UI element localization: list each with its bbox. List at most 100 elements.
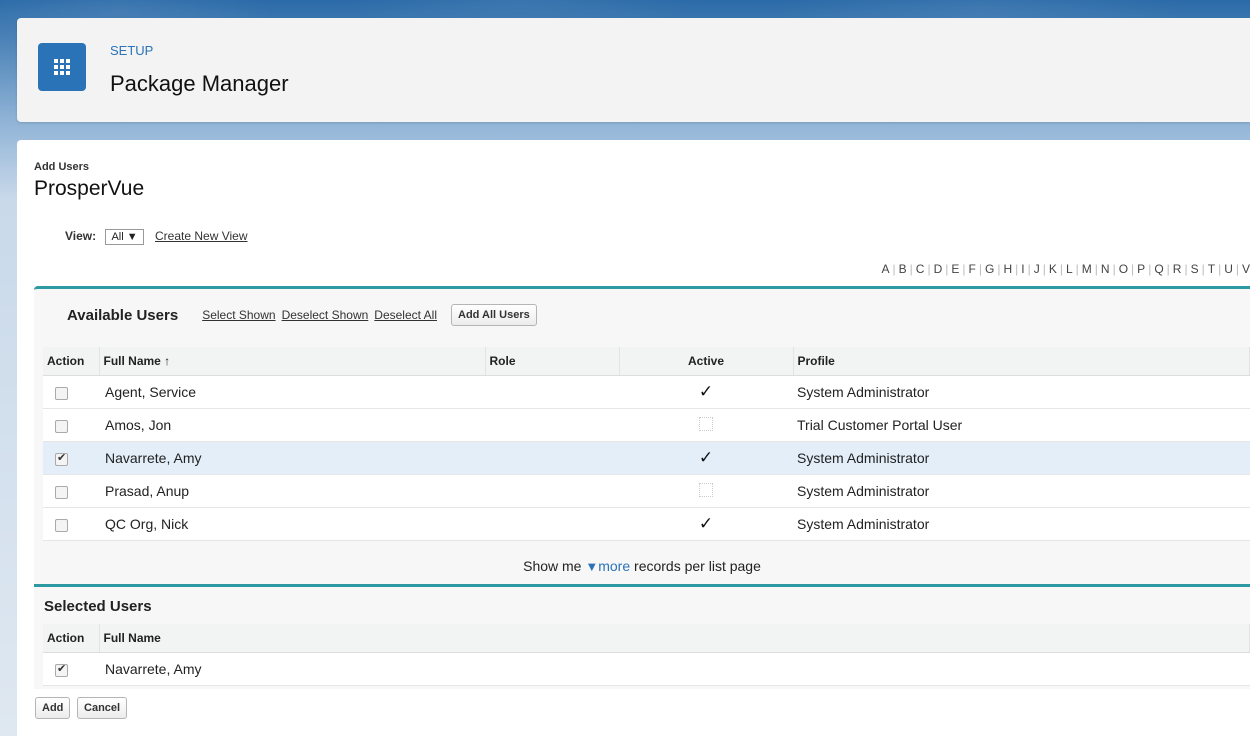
alphabet-letter[interactable]: C [916, 262, 925, 276]
alphabet-letter[interactable]: I [1021, 262, 1024, 276]
alphabet-separator: | [1075, 262, 1079, 276]
alphabet-letter[interactable]: E [951, 262, 959, 276]
alphabet-letter[interactable]: Q [1154, 262, 1163, 276]
page-title: Package Manager [110, 71, 289, 96]
column-header: Action [43, 347, 100, 376]
alphabet-separator: | [1166, 262, 1170, 276]
alphabet-separator: | [1112, 262, 1116, 276]
main-content: Add Users ProsperVue View: All ▼ Create … [17, 140, 1250, 736]
table-header-row: Action Full Name [43, 624, 1250, 653]
role-cell [485, 441, 619, 475]
alphabet-letter[interactable]: R [1173, 262, 1182, 276]
unchecked-box-icon [699, 482, 713, 497]
action-cell [43, 474, 99, 508]
active-cell [619, 408, 793, 442]
alphabet-separator: | [927, 262, 931, 276]
column-header: Active [619, 347, 794, 376]
add-button[interactable]: Add [35, 697, 71, 719]
alphabet-separator: | [1201, 262, 1205, 276]
alphabet-letter[interactable]: B [899, 262, 907, 276]
column-header: Profile [793, 347, 1250, 376]
active-cell [619, 474, 793, 508]
alphabet-separator: | [962, 262, 966, 276]
full-name-cell: Amos, Jon [99, 408, 485, 442]
deselect-shown-link[interactable]: Deselect Shown [282, 308, 369, 322]
checkmark-icon: ✓ [698, 514, 714, 533]
available-users-toolbar: Available Users Select Shown Deselect Sh… [67, 304, 537, 326]
action-cell [43, 441, 99, 475]
page-subtitle: Add Users [34, 161, 90, 173]
view-select[interactable]: All ▼ [105, 229, 144, 245]
row-checkbox[interactable] [55, 485, 68, 499]
alphabet-letter[interactable]: U [1224, 262, 1233, 276]
profile-cell: System Administrator [793, 474, 1250, 508]
active-cell: ✓ [619, 375, 793, 409]
alphabet-separator: | [978, 262, 982, 276]
alphabet-separator: | [1042, 262, 1046, 276]
alphabet-separator: | [1027, 262, 1031, 276]
profile-cell: Trial Customer Portal User [793, 408, 1250, 442]
row-checkbox[interactable] [55, 386, 68, 400]
action-cell [43, 408, 99, 442]
available-users-table: Action Full Name ↑ Role Active Profile Agent… [43, 347, 1250, 541]
column-header: Full Name [99, 624, 1250, 653]
select-shown-link[interactable]: Select Shown [202, 308, 275, 322]
full-name-cell: QC Org, Nick [99, 507, 485, 541]
alphabet-filter: A | B | C | D | E | F | G | H | I | J | K | L | M | N | O | P | Q | R | S | T |… [881, 262, 1250, 276]
alphabet-separator: | [1148, 262, 1152, 276]
create-new-view-link[interactable]: Create New View [155, 229, 247, 243]
table-header-row: Action Full Name ↑ Role Active Profile [43, 347, 1250, 376]
alphabet-letter[interactable]: K [1049, 262, 1057, 276]
alphabet-separator: | [945, 262, 949, 276]
chevron-down-icon: ▼ [126, 231, 138, 243]
alphabet-separator: | [1059, 262, 1063, 276]
alphabet-letter[interactable]: M [1082, 262, 1092, 276]
show-more-records: Show me ▼more records per list page [34, 558, 1250, 574]
selected-users-title: Selected Users [44, 598, 152, 615]
alphabet-letter[interactable]: A [881, 262, 889, 276]
more-records-link[interactable]: more [598, 558, 630, 574]
role-cell [485, 474, 619, 508]
table-row: Prasad, Anup System Administrator [43, 474, 1250, 508]
checkmark-icon: ✓ [698, 382, 714, 401]
show-me-text: Show me [523, 558, 582, 574]
triangle-down-icon[interactable]: ▼ [585, 559, 598, 574]
column-header[interactable]: Full Name ↑ [99, 347, 486, 376]
alphabet-letter[interactable]: T [1208, 262, 1215, 276]
alphabet-letter[interactable]: F [969, 262, 976, 276]
row-checkbox[interactable] [55, 662, 68, 677]
alphabet-letter[interactable]: L [1066, 262, 1073, 276]
profile-cell: System Administrator [793, 507, 1250, 541]
cancel-button[interactable]: Cancel [77, 697, 128, 719]
row-checkbox[interactable] [55, 451, 68, 466]
profile-cell: System Administrator [793, 441, 1250, 475]
alphabet-letter[interactable]: S [1191, 262, 1199, 276]
selected-users-panel: Selected Users ActionFull Name Navarrete… [34, 584, 1250, 689]
alphabet-letter[interactable]: V [1242, 262, 1250, 276]
form-buttons: Add Cancel [35, 697, 130, 719]
selected-users-table: ActionFull Name Navarrete, Amy [43, 624, 1250, 686]
alphabet-letter[interactable]: H [1003, 262, 1012, 276]
action-cell [43, 652, 99, 686]
deselect-all-link[interactable]: Deselect All [374, 308, 437, 322]
alphabet-letter[interactable]: N [1101, 262, 1110, 276]
role-cell [485, 507, 619, 541]
row-checkbox[interactable] [55, 518, 68, 532]
action-cell [43, 507, 99, 541]
alphabet-letter[interactable]: G [985, 262, 994, 276]
alphabet-separator: | [1218, 262, 1222, 276]
records-per-page-text: records per list page [634, 558, 761, 574]
alphabet-letter[interactable]: J [1034, 262, 1040, 276]
view-row: View: All ▼ Create New View [65, 229, 247, 245]
active-cell: ✓ [619, 507, 793, 541]
alphabet-letter[interactable]: P [1137, 262, 1145, 276]
alphabet-letter[interactable]: O [1119, 262, 1128, 276]
table-row: Agent, Service ✓ System Administrator [43, 375, 1250, 409]
table-row: Navarrete, Amy ✓ System Administrator [43, 441, 1250, 475]
alphabet-letter[interactable]: D [934, 262, 943, 276]
row-checkbox[interactable] [55, 419, 68, 433]
view-select-value: All [111, 231, 124, 243]
add-all-users-button[interactable]: Add All Users [451, 304, 537, 326]
action-cell [43, 375, 99, 409]
package-name: ProsperVue [34, 177, 145, 200]
